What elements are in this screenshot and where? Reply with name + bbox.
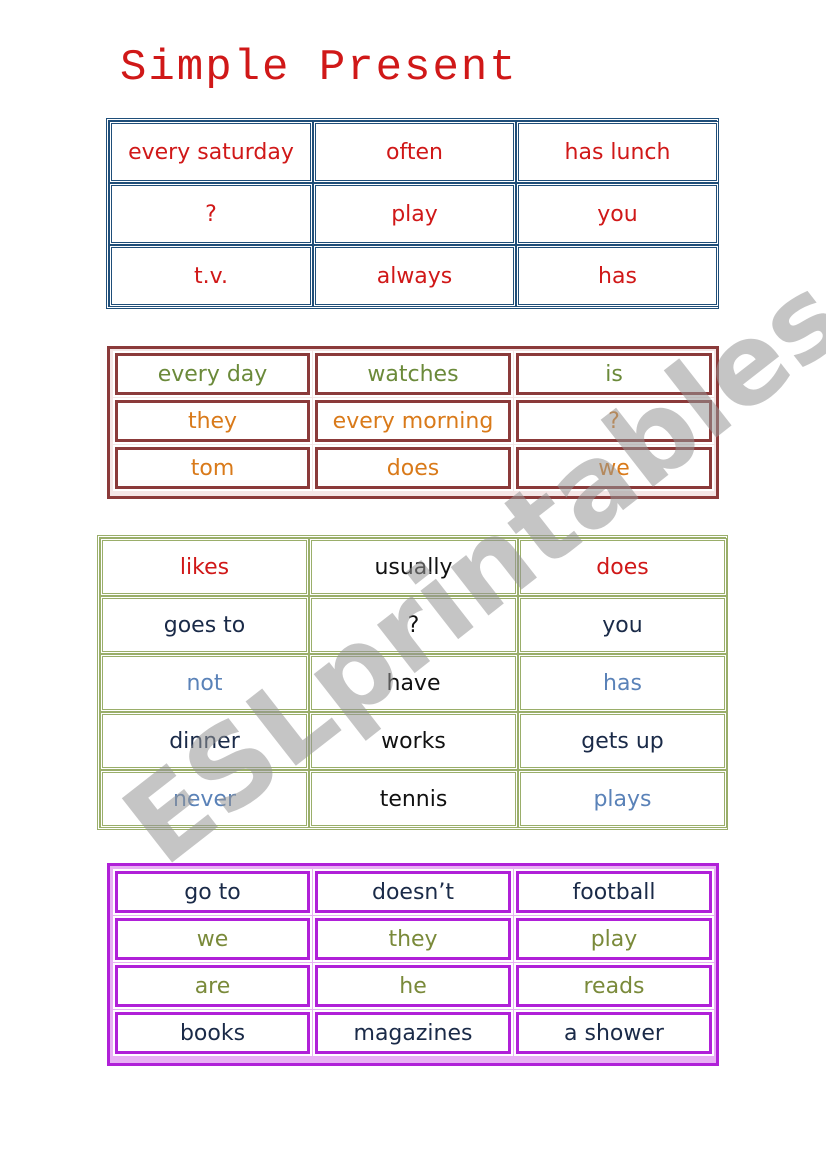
word-cell: tom [113, 445, 312, 491]
word-cell: they [313, 916, 513, 962]
word-cell: we [113, 916, 312, 962]
word-cell: magazines [313, 1010, 513, 1056]
word-cell: are [113, 963, 312, 1009]
word-cell: has [518, 654, 727, 712]
word-cell: a shower [514, 1010, 714, 1056]
word-table-2: every day watches is they every morning? tom d… [107, 346, 719, 499]
word-cell: has [516, 245, 719, 307]
word-cell: watches [313, 351, 513, 397]
word-cell: you [518, 596, 727, 654]
word-cell: we [514, 445, 714, 491]
word-cell: ? [309, 596, 518, 654]
page-title: Simple Present [120, 43, 518, 93]
word-cell: reads [514, 963, 714, 1009]
word-cell: you [516, 183, 719, 245]
word-cell: does [313, 445, 513, 491]
word-cell: works [309, 712, 518, 770]
word-table-1: every saturday often has lunch? play you t.v.… [106, 118, 719, 309]
word-cell: ? [109, 183, 313, 245]
word-cell: play [313, 183, 516, 245]
word-cell: have [309, 654, 518, 712]
word-cell: often [313, 121, 516, 183]
word-cell: likes [100, 538, 309, 596]
word-cell: go to [113, 869, 312, 915]
word-table-3: likes usually does goes to? you not have has din… [97, 535, 728, 830]
word-cell: has lunch [516, 121, 719, 183]
word-cell: books [113, 1010, 312, 1056]
word-cell: he [313, 963, 513, 1009]
word-cell: does [518, 538, 727, 596]
word-table-4: go to doesn’t football we they play are he reads… [107, 863, 719, 1066]
word-cell: every morning [313, 398, 513, 444]
word-cell: t.v. [109, 245, 313, 307]
word-cell: usually [309, 538, 518, 596]
word-cell: plays [518, 770, 727, 828]
word-cell: ? [514, 398, 714, 444]
word-cell: goes to [100, 596, 309, 654]
word-cell: every saturday [109, 121, 313, 183]
word-cell: never [100, 770, 309, 828]
word-cell: tennis [309, 770, 518, 828]
word-cell: football [514, 869, 714, 915]
word-cell: dinner [100, 712, 309, 770]
word-cell: they [113, 398, 312, 444]
word-cell: gets up [518, 712, 727, 770]
word-cell: every day [113, 351, 312, 397]
word-cell: is [514, 351, 714, 397]
word-cell: always [313, 245, 516, 307]
word-cell: not [100, 654, 309, 712]
word-cell: play [514, 916, 714, 962]
word-cell: doesn’t [313, 869, 513, 915]
